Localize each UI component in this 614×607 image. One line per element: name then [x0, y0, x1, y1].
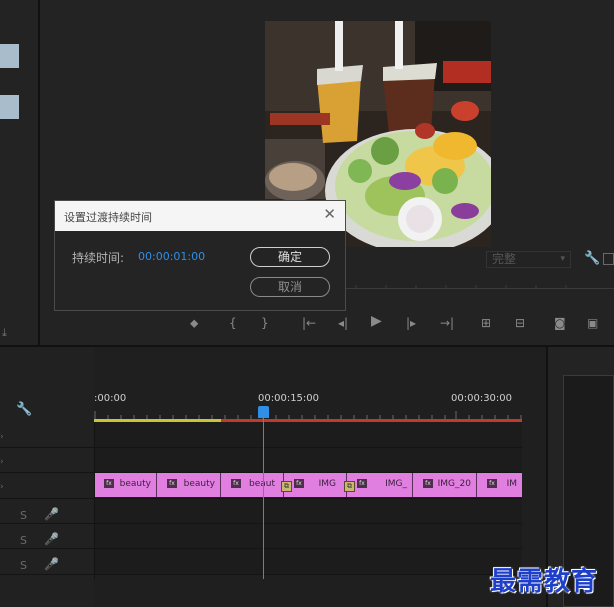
microphone-icon[interactable]: 🎤 [44, 507, 59, 521]
audio-track-a1[interactable] [94, 499, 522, 524]
time-label: 00:00:15:00 [258, 393, 320, 404]
timeline-ruler[interactable]: :00:00 00:00:15:00 00:00:30:00 [94, 347, 522, 422]
track-expand-icon[interactable]: › [0, 457, 4, 467]
track-divider [0, 472, 522, 473]
time-label: :00:00 [94, 393, 127, 404]
video-track-v3[interactable] [94, 422, 522, 447]
time-label: 00:00:30:00 [451, 393, 513, 404]
timeline-panel: 🔧 › › › S 🎤 S 🎤 S 🎤 :00:00 00:00:15:00 0… [0, 347, 546, 607]
microphone-icon[interactable]: 🎤 [44, 557, 59, 571]
fx-badge-icon: fx [104, 479, 114, 488]
audio-track-a2[interactable] [94, 524, 522, 549]
step-back-icon[interactable]: ◂| [338, 316, 348, 330]
timeline-clip[interactable]: fx beauty [94, 473, 157, 497]
duration-value-field[interactable]: 00:00:01:00 [138, 250, 205, 263]
fx-badge-icon: fx [357, 479, 367, 488]
go-to-out-icon[interactable]: →| [440, 316, 454, 330]
comparison-view-icon[interactable]: ▣ [587, 316, 598, 330]
track-divider [0, 574, 522, 575]
timeline-clip[interactable]: fx IMG [284, 473, 347, 497]
clip-name: IMG_20 [437, 479, 471, 489]
export-frame-icon[interactable] [603, 253, 614, 265]
mark-in-icon[interactable]: { [229, 316, 237, 330]
fx-badge-icon: fx [487, 479, 497, 488]
timeline-clip[interactable]: fx IMG_20 [413, 473, 477, 497]
duration-label: 持续时间: [72, 251, 125, 265]
clip-name: beauty [183, 479, 215, 489]
timeline-clip[interactable]: fx beauty [157, 473, 221, 497]
clip-name: beaut [249, 479, 275, 489]
solo-button[interactable]: S [20, 534, 27, 547]
header-divider [94, 422, 95, 579]
dialog-title: 设置过渡持续时间 [64, 211, 152, 224]
solo-button[interactable]: S [20, 509, 27, 522]
playback-resolution-select[interactable]: 完整 ▾ [486, 251, 571, 268]
clip-name: IMG_ [385, 479, 407, 489]
fx-badge-icon: fx [167, 479, 177, 488]
playhead-line[interactable] [263, 413, 264, 579]
transition-icon[interactable]: ⧉ [281, 481, 292, 492]
clip-name: IMG [318, 479, 336, 489]
ruler-ticks [94, 411, 522, 419]
chevron-down-icon: ▾ [560, 254, 565, 264]
lift-icon[interactable]: ⊞ [481, 316, 491, 330]
wrench-icon[interactable]: 🔧 [16, 402, 32, 417]
step-forward-icon[interactable]: |▸ [406, 316, 416, 330]
track-divider [0, 498, 522, 499]
close-icon[interactable]: ✕ [323, 207, 336, 222]
track-headers: 🔧 › › › S 🎤 S 🎤 S 🎤 [0, 347, 94, 607]
watermark-logo: 最需教育 [490, 567, 599, 597]
extract-icon[interactable]: ⊟ [515, 316, 525, 330]
wrench-icon[interactable]: 🔧 [584, 251, 600, 266]
track-expand-icon[interactable]: › [0, 432, 4, 442]
resolution-value: 完整 [492, 252, 517, 266]
go-to-in-icon[interactable]: |← [302, 316, 316, 330]
track-divider [0, 523, 522, 524]
track-divider [0, 447, 522, 448]
fx-badge-icon: fx [294, 479, 304, 488]
audio-track-a3[interactable] [94, 549, 522, 574]
camera-icon[interactable]: ◙ [554, 316, 566, 330]
video-track-v1[interactable]: fx beauty fx beauty fx beaut fx IMG fx I… [94, 473, 522, 498]
dialog-titlebar[interactable]: 设置过渡持续时间 ✕ [55, 201, 345, 231]
transition-duration-dialog: 设置过渡持续时间 ✕ 持续时间: 00:00:01:00 确定 取消 [54, 200, 346, 311]
timeline-clip[interactable]: fx IMG_ [347, 473, 413, 497]
ok-button[interactable]: 确定 [250, 247, 330, 267]
play-icon[interactable]: ▶ [371, 314, 382, 328]
transition-icon[interactable]: ⧉ [344, 481, 355, 492]
solo-button[interactable]: S [20, 559, 27, 572]
fx-badge-icon: fx [231, 479, 241, 488]
track-expand-icon[interactable]: › [0, 482, 4, 492]
clip-name: IM [506, 479, 517, 489]
video-track-v2[interactable] [94, 448, 522, 473]
timeline-clip[interactable]: fx IM [477, 473, 522, 497]
track-divider [0, 548, 522, 549]
clip-name: beauty [119, 479, 151, 489]
timeline-clip[interactable]: fx beaut [221, 473, 284, 497]
mark-out-icon[interactable]: } [261, 316, 269, 330]
add-marker-icon[interactable]: ⬥ [190, 316, 198, 330]
microphone-icon[interactable]: 🎤 [44, 532, 59, 546]
fx-badge-icon: fx [423, 479, 433, 488]
cancel-button[interactable]: 取消 [250, 277, 330, 297]
